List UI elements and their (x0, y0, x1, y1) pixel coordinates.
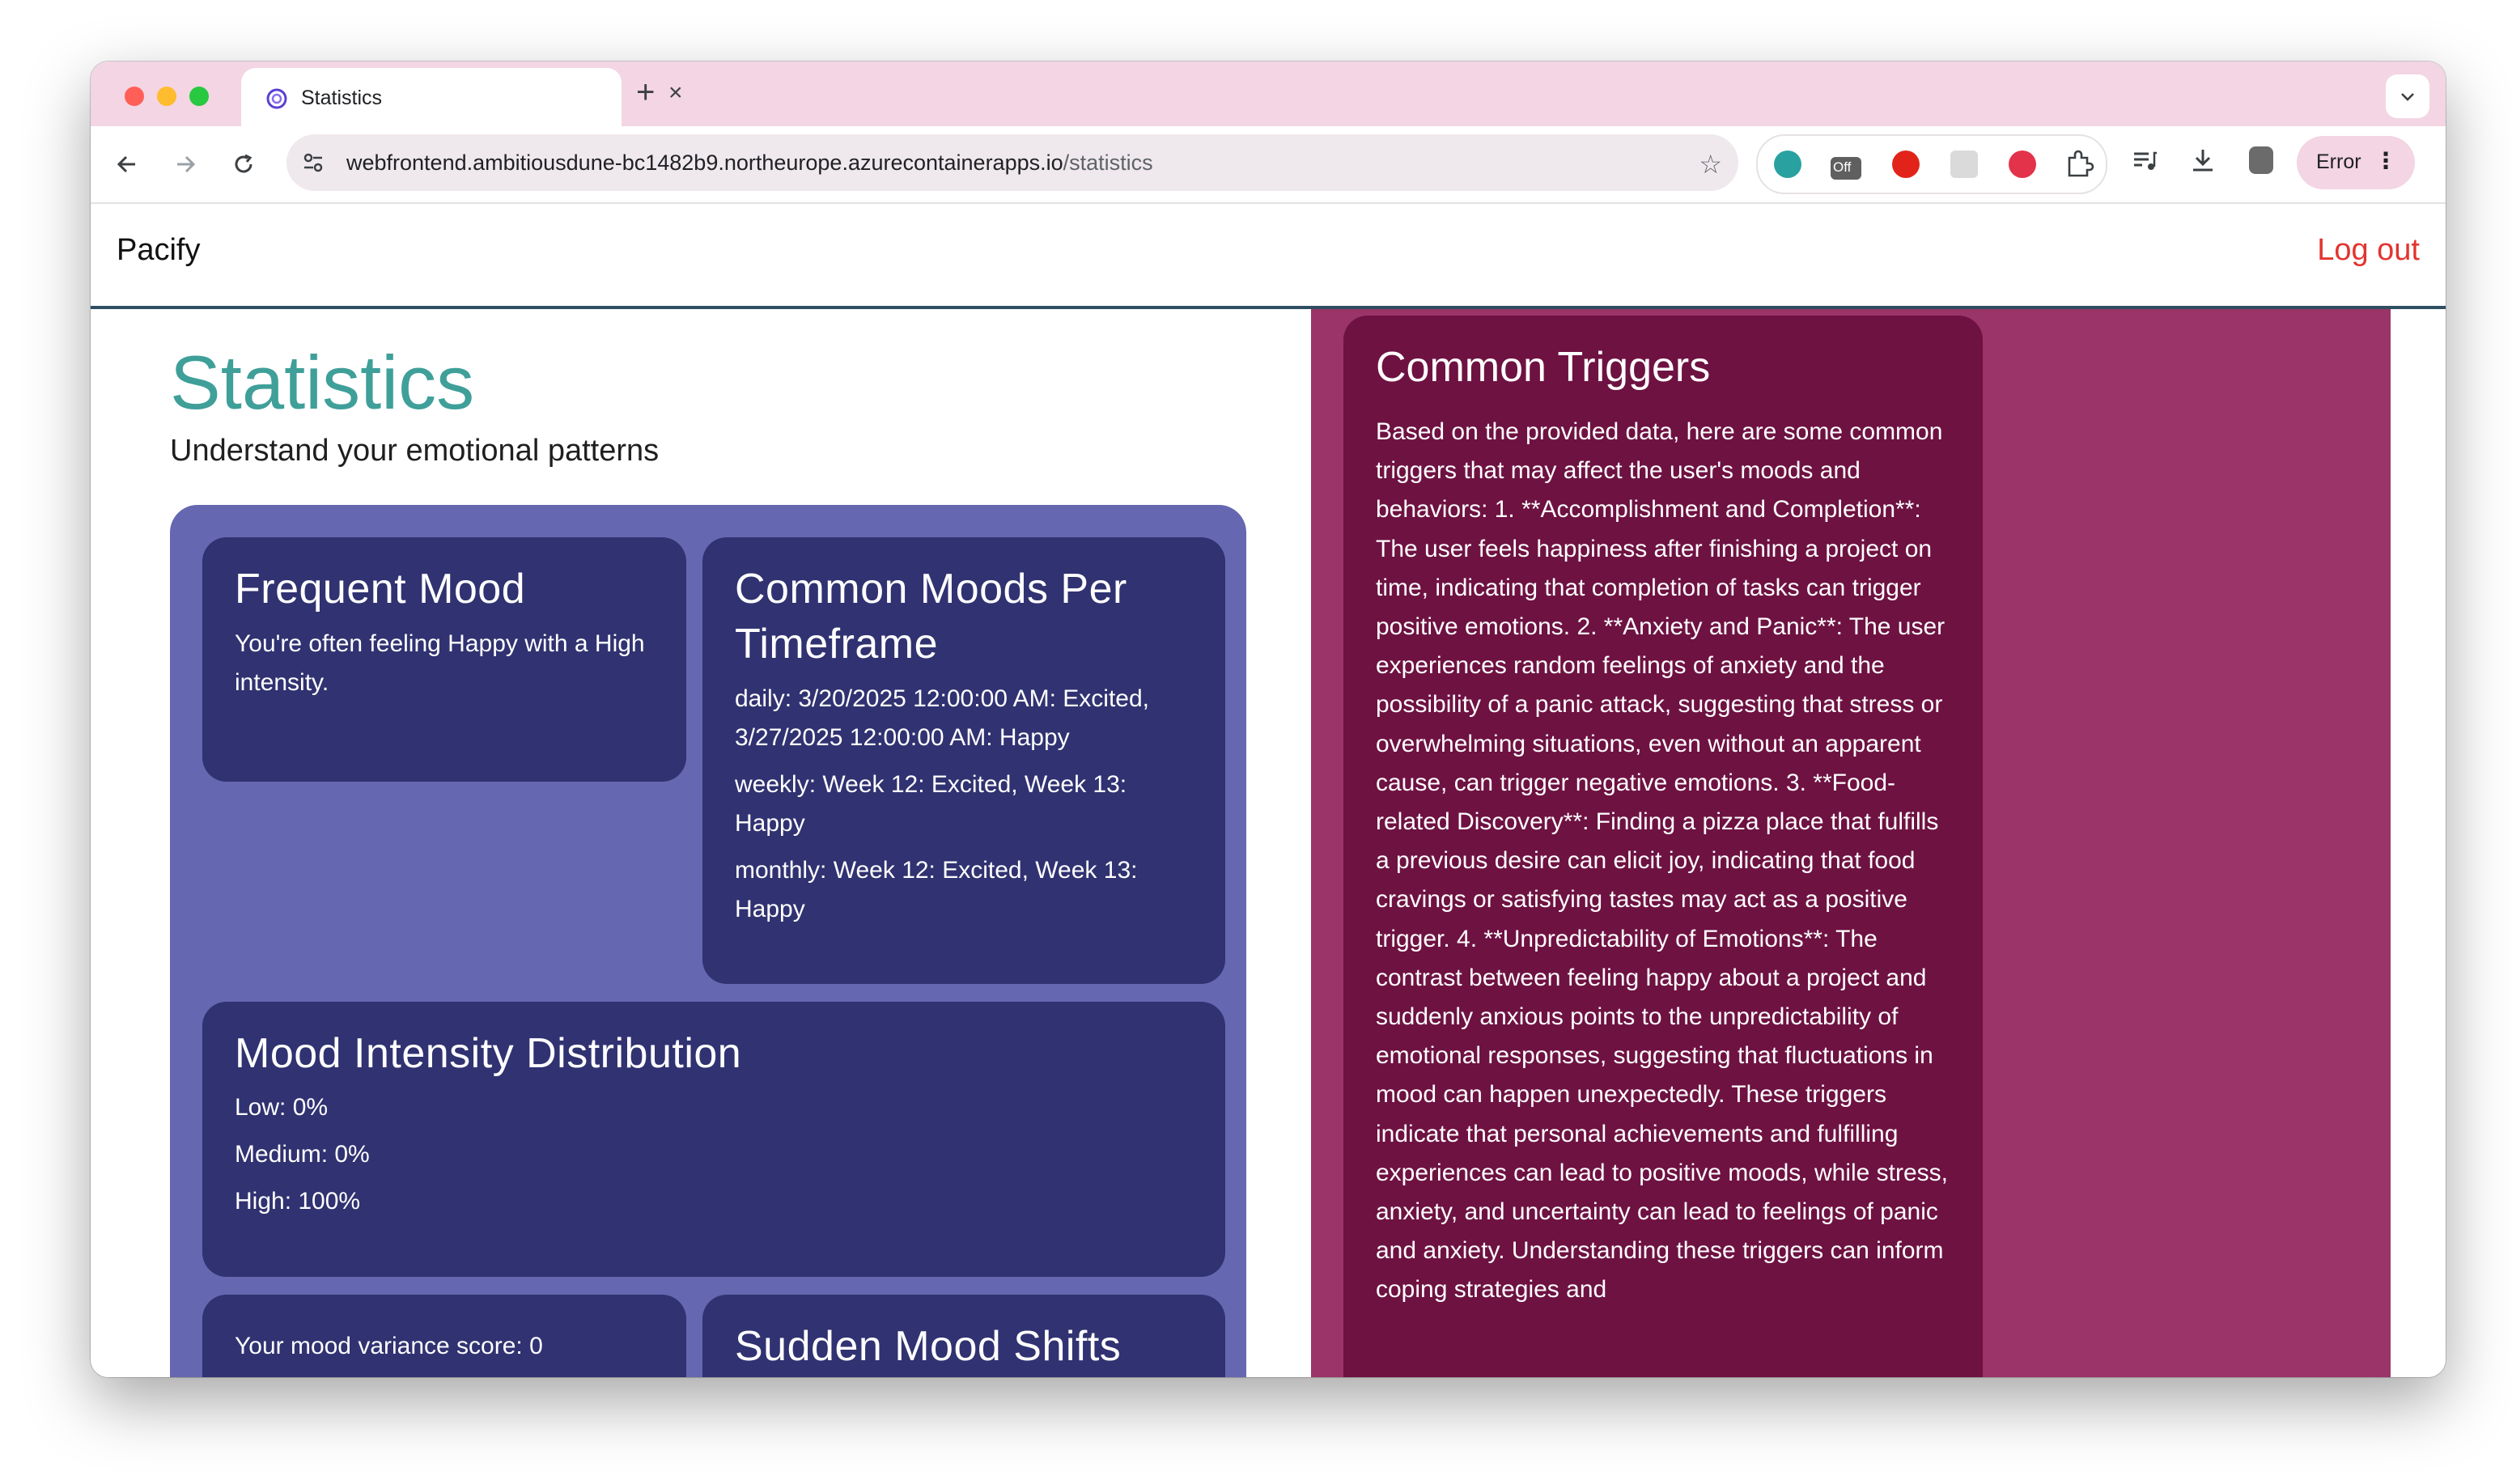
avatar (2249, 146, 2273, 174)
common-moods-weekly: weekly: Week 12: Excited, Week 13: Happy (735, 771, 1127, 837)
triggers-column: Common Triggers Based on the provided da… (1311, 309, 2391, 1377)
download-icon (2193, 150, 2213, 172)
playlist-icon (2134, 151, 2157, 170)
intensity-low: Low: 0% (235, 1094, 329, 1121)
mood-variance-card: Your mood variance score: 0 (202, 1295, 686, 1377)
common-moods-card: Common Moods Per Timeframe daily: 3/20/2… (702, 537, 1225, 984)
extension-grid-icon[interactable] (1950, 151, 1978, 178)
arrow-right-icon (177, 155, 196, 173)
browser-toolbar: webfrontend.ambitiousdune-bc1482b9.north… (91, 126, 2446, 204)
site-settings-icon[interactable] (301, 151, 325, 175)
bookmark-star-icon[interactable]: ☆ (1699, 149, 1722, 180)
logout-link[interactable]: Log out (2317, 233, 2420, 268)
url-path: /statistics (1063, 151, 1153, 175)
profile-button[interactable] (2245, 144, 2277, 176)
common-triggers-title: Common Triggers (1376, 344, 1711, 391)
media-control-button[interactable] (2128, 144, 2161, 176)
browser-window: Statistics × + webfrontend.ambitiousdune… (91, 61, 2446, 1377)
close-window-button[interactable] (125, 87, 144, 106)
intensity-high: High: 100% (235, 1188, 361, 1215)
intensity-medium: Medium: 0% (235, 1141, 370, 1168)
profile-error-label: Error (2316, 151, 2361, 173)
extension-shield-icon[interactable] (1892, 151, 1920, 178)
back-button[interactable] (107, 144, 147, 184)
web-page: Pacify Log out Statistics Understand you… (91, 204, 2446, 1377)
common-moods-monthly: monthly: Week 12: Excited, Week 13: Happ… (735, 857, 1138, 922)
frequent-mood-title: Frequent Mood (235, 566, 526, 613)
intensity-distribution-card: Mood Intensity Distribution Low: 0% Medi… (202, 1002, 1225, 1277)
new-tab-button[interactable]: + (636, 74, 655, 111)
profile-error-button[interactable]: Error ⋮ (2297, 136, 2415, 189)
intensity-title: Mood Intensity Distribution (235, 1030, 742, 1077)
frequent-mood-text: You're often feeling Happy with a High i… (235, 630, 645, 696)
page-content: Statistics Understand your emotional pat… (91, 309, 2446, 1377)
brand-link[interactable]: Pacify (117, 233, 200, 268)
chevron-down-icon (2401, 93, 2414, 101)
puzzle-icon[interactable] (2064, 149, 2094, 180)
downloads-button[interactable] (2187, 144, 2219, 176)
url-text: webfrontend.ambitiousdune-bc1482b9.north… (346, 151, 1153, 176)
sudden-shifts-card: Sudden Mood Shifts (702, 1295, 1225, 1377)
address-bar[interactable]: webfrontend.ambitiousdune-bc1482b9.north… (286, 134, 1738, 191)
arrow-left-icon (117, 155, 135, 173)
extension-off-badge: Off (1833, 159, 1852, 175)
app-navbar: Pacify Log out (91, 204, 2446, 309)
tab-statistics[interactable]: Statistics × (241, 68, 683, 126)
minimize-window-button[interactable] (157, 87, 176, 106)
url-host: webfrontend.ambitiousdune-bc1482b9.north… (346, 151, 1063, 175)
statistics-panel: Frequent Mood You're often feeling Happy… (170, 505, 1246, 1377)
page-title: Statistics (170, 339, 475, 425)
page-subtitle: Understand your emotional patterns (170, 434, 660, 468)
tab-strip: Statistics × + (91, 61, 2446, 126)
tab-title: Statistics (301, 87, 383, 109)
reload-button[interactable] (223, 144, 264, 184)
sudden-shifts-title: Sudden Mood Shifts (735, 1323, 1122, 1370)
extensions-group: Off (1756, 134, 2107, 194)
extension-m-icon[interactable] (1774, 151, 1801, 178)
extension-music-icon[interactable] (2009, 151, 2036, 178)
frequent-mood-card: Frequent Mood You're often feeling Happy… (202, 537, 686, 782)
common-triggers-text: Based on the provided data, here are som… (1376, 418, 1949, 1304)
common-triggers-card: Common Triggers Based on the provided da… (1343, 316, 1983, 1377)
menu-kebab-icon[interactable]: ⋮ (2374, 147, 2397, 174)
tab-close-icon[interactable]: × (668, 79, 683, 107)
tab-search-button[interactable] (2386, 74, 2429, 118)
extension-off-icon[interactable]: Off (1831, 157, 1861, 180)
forward-button[interactable] (165, 144, 206, 184)
maximize-window-button[interactable] (189, 87, 209, 106)
common-moods-title: Common Moods Per Timeframe (735, 566, 1127, 668)
mood-variance-text: Your mood variance score: 0 (235, 1333, 543, 1359)
common-moods-daily: daily: 3/20/2025 12:00:00 AM: Excited, 3… (735, 685, 1150, 751)
reload-icon (235, 154, 252, 173)
favicon-icon (266, 88, 287, 109)
